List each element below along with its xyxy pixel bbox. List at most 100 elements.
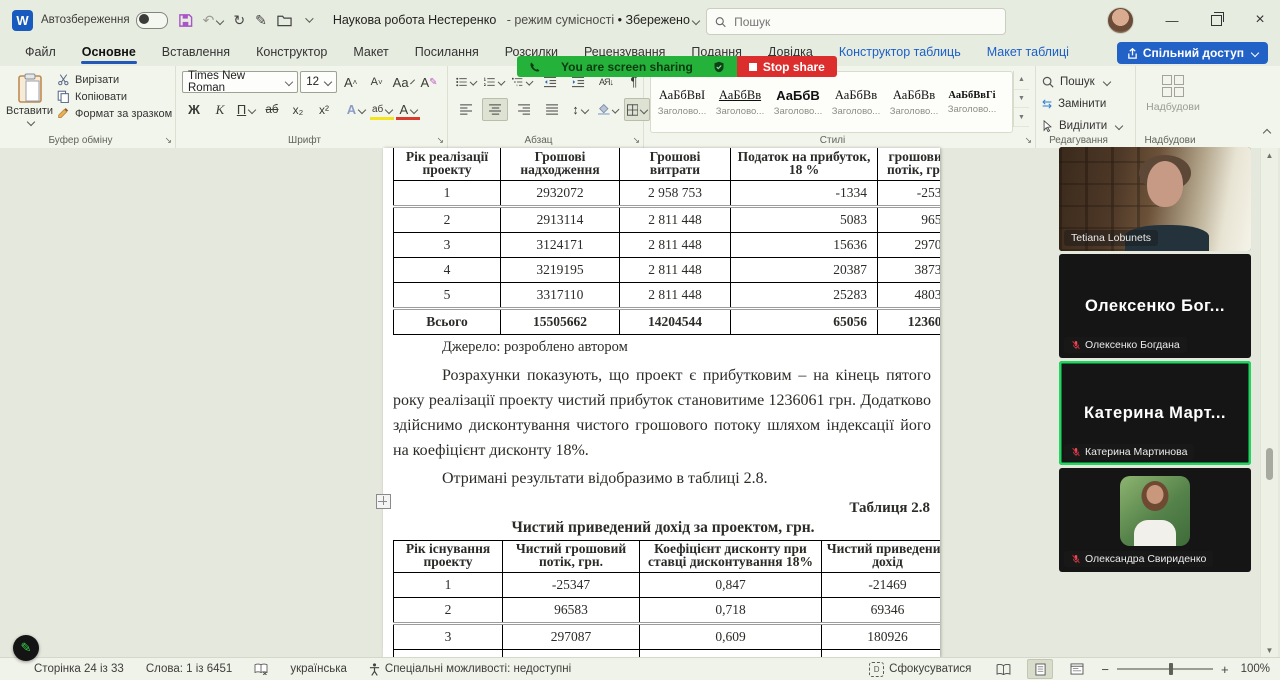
participant-tile-active-speaker[interactable]: Катерина Март... Катерина Мартинова (1059, 361, 1251, 465)
table-cell[interactable]: 2 811 448 (620, 257, 731, 282)
table-cell[interactable]: 0,718 (640, 597, 822, 623)
table-cell[interactable]: 387360 (878, 257, 941, 282)
share-button[interactable]: Спільний доступ (1117, 42, 1268, 64)
table-cell[interactable]: -1334 (731, 180, 878, 206)
zoom-annotate-button[interactable]: ✎ (13, 635, 39, 661)
table-cell[interactable]: 2 (394, 597, 503, 623)
find-button[interactable]: Пошук (1042, 71, 1129, 93)
table-cell[interactable]: 2 958 753 (620, 180, 731, 206)
table-cell[interactable]: 3 (394, 623, 503, 649)
zoom-percentage[interactable]: 100% (1241, 663, 1270, 675)
highlight-button[interactable]: аб (370, 99, 394, 120)
table-cell[interactable]: 0,609 (640, 623, 822, 649)
align-center-button[interactable] (482, 98, 508, 121)
line-spacing-button[interactable]: ↕ (568, 99, 592, 120)
styles-dialog-launcher[interactable]: ↘ (1024, 135, 1032, 146)
table-cell[interactable]: 4 (394, 257, 501, 282)
justify-button[interactable] (540, 99, 564, 120)
stop-share-button[interactable]: Stop share (737, 56, 837, 77)
table-move-handle-icon[interactable] (376, 494, 391, 509)
read-mode-button[interactable] (991, 660, 1015, 678)
styles-scroll-up-icon[interactable]: ▲ (1014, 71, 1029, 90)
table-cell[interactable]: 1236061 (878, 308, 941, 334)
italic-button[interactable]: К (208, 99, 232, 120)
table-cell[interactable]: 297087 (878, 232, 941, 257)
web-layout-button[interactable] (1065, 660, 1089, 678)
text-effects-button[interactable]: А (344, 99, 368, 120)
tab-Вставлення[interactable]: Вставлення (151, 41, 241, 66)
copy-button[interactable]: Копіювати (57, 90, 172, 103)
zoom-out-icon[interactable]: − (1101, 662, 1109, 677)
style-card[interactable]: АаБбВвГіЗаголово... (945, 77, 999, 127)
format-painter-button[interactable]: Формат за зразком (57, 107, 172, 120)
table-cell[interactable]: 3317110 (501, 282, 620, 308)
table-cell[interactable]: 15505662 (501, 308, 620, 334)
table-cell[interactable]: 2 811 448 (620, 206, 731, 232)
replace-button[interactable]: ⇆ Замінити (1042, 93, 1129, 115)
table-cell[interactable]: 2 811 448 (620, 232, 731, 257)
word-app-icon[interactable]: W (12, 10, 33, 31)
tab-Файл[interactable]: Файл (14, 41, 67, 66)
font-name-combo[interactable]: Times New Roman (182, 71, 298, 93)
restore-button[interactable] (1196, 0, 1236, 40)
style-card[interactable]: АаБбВвЗаголово... (713, 77, 767, 127)
paragraph-dialog-launcher[interactable]: ↘ (632, 135, 640, 146)
style-card[interactable]: АаБбВЗаголово... (771, 77, 825, 127)
table-cell[interactable]: 3124171 (501, 232, 620, 257)
table-cell[interactable]: Всього (394, 308, 501, 334)
print-layout-button[interactable] (1027, 659, 1053, 679)
document-page[interactable]: Рік реалізації проектуГрошові надходженн… (383, 148, 940, 658)
font-size-combo[interactable]: 12 (300, 71, 336, 93)
table-cell[interactable]: 3 (394, 232, 501, 257)
search-input[interactable] (732, 14, 997, 30)
style-card[interactable]: АаБбВвІЗаголово... (655, 77, 709, 127)
minimize-button[interactable]: — (1152, 0, 1192, 40)
qat-more-icon[interactable] (305, 14, 313, 22)
table-cell[interactable]: 480379 (878, 282, 941, 308)
table-cell[interactable]: 180926 (822, 623, 941, 649)
table-cell[interactable]: 69346 (822, 597, 941, 623)
page-indicator[interactable]: Сторінка 24 із 33 (34, 663, 124, 675)
paste-button[interactable]: Вставити (6, 71, 53, 132)
table-cell[interactable]: 2932072 (501, 180, 620, 206)
underline-button[interactable]: П (234, 99, 258, 120)
cash-flow-table[interactable]: Рік реалізації проектуГрошові надходженн… (393, 148, 940, 335)
document-title[interactable]: Наукова робота Нестеренко - режим сумісн… (333, 13, 699, 27)
table-cell[interactable]: 96583 (878, 206, 941, 232)
table-cell[interactable]: 5083 (731, 206, 878, 232)
accessibility-status[interactable]: Спеціальні можливості: недоступні (369, 663, 571, 676)
table-cell[interactable]: 20387 (731, 257, 878, 282)
styles-more-icon[interactable]: ▼ (1014, 108, 1029, 127)
proofing-status[interactable] (254, 663, 268, 675)
folder-icon[interactable] (277, 14, 292, 27)
body-paragraph-2[interactable]: Отримані результати відобразимо в таблиц… (393, 466, 933, 491)
table-cell[interactable]: 2 811 448 (620, 282, 731, 308)
table-cell[interactable]: 2 (394, 206, 501, 232)
style-card[interactable]: АаБбВвЗаголово... (887, 77, 941, 127)
table-cell[interactable]: 1 (394, 572, 503, 597)
table-cell[interactable]: -21469 (822, 572, 941, 597)
shrink-font-button[interactable]: А˅ (365, 72, 389, 93)
font-dialog-launcher[interactable]: ↘ (436, 135, 444, 146)
word-count[interactable]: Слова: 1 із 6451 (146, 663, 233, 675)
addins-button[interactable]: Надбудови (1142, 71, 1204, 113)
table-cell[interactable]: 3219195 (501, 257, 620, 282)
clear-formatting-button[interactable]: А✎ (417, 72, 441, 93)
scroll-down-icon[interactable]: ▼ (1261, 646, 1278, 655)
cut-button[interactable]: Вирізати (57, 73, 172, 86)
strikethrough-button[interactable]: аб (260, 99, 284, 120)
collapse-ribbon-icon[interactable] (1261, 124, 1270, 142)
body-paragraph[interactable]: Розрахунки показують, що проект є прибут… (393, 363, 931, 463)
table-cell[interactable]: -25347 (878, 180, 941, 206)
autosave-toggle[interactable] (136, 12, 168, 29)
styles-scroll-down-icon[interactable]: ▼ (1014, 90, 1029, 109)
vertical-scrollbar[interactable]: ▲ ▼ (1260, 148, 1278, 658)
draw-pen-icon[interactable]: ✎ (255, 12, 267, 29)
tab-Конструктор таблиць[interactable]: Конструктор таблиць (828, 41, 972, 66)
tab-Макет таблиці[interactable]: Макет таблиці (976, 41, 1080, 66)
tab-Посилання[interactable]: Посилання (404, 41, 490, 66)
clipboard-dialog-launcher[interactable]: ↘ (164, 135, 172, 146)
focus-mode-button[interactable]: DСфокусуватися (869, 662, 971, 677)
tab-Конструктор[interactable]: Конструктор (245, 41, 338, 66)
bold-button[interactable]: Ж (182, 99, 206, 120)
